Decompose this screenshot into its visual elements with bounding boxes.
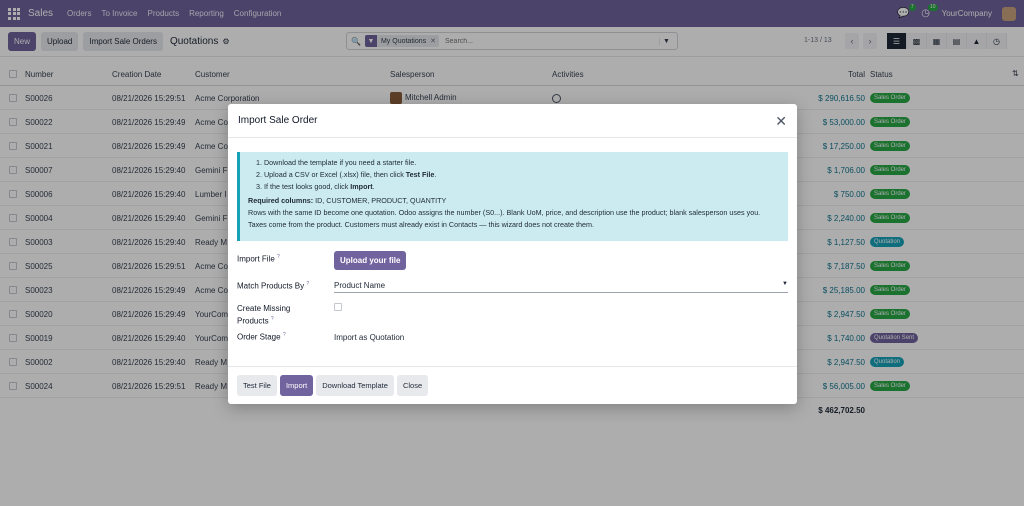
- test-file-button[interactable]: Test File: [237, 375, 277, 396]
- import-file-label-text: Import File: [237, 254, 275, 264]
- order-stage-value[interactable]: Import as Quotation: [334, 333, 404, 342]
- match-products-label: Match Products By ?: [237, 281, 309, 291]
- required-columns: Required columns: ID, CUSTOMER, PRODUCT,…: [248, 195, 780, 207]
- step-3: 3. If the test looks good, click Import.: [256, 181, 780, 193]
- import-button[interactable]: Import: [279, 375, 314, 396]
- import-note: Rows with the same ID become one quotati…: [248, 208, 761, 229]
- create-missing-label-text: Create Missing Products: [237, 304, 291, 326]
- help-mark[interactable]: ?: [277, 254, 280, 260]
- modal-title: Import Sale Order: [238, 115, 318, 126]
- order-stage-label-text: Order Stage: [237, 332, 281, 342]
- import-file-label: Import File ?: [237, 254, 280, 264]
- caret-down-icon: ▼: [782, 281, 788, 287]
- step-2-text: 2. Upload a CSV or Excel (.xlsx) file, t…: [256, 170, 406, 179]
- match-products-select[interactable]: Product Name ▼: [334, 279, 788, 293]
- step-1: 1. Download the template if you need a s…: [256, 158, 417, 167]
- step-3-end: .: [372, 182, 375, 191]
- step-2-end: .: [434, 170, 437, 179]
- close-button[interactable]: Close: [396, 375, 429, 396]
- step-3-text: 3. If the test looks good, click: [256, 182, 351, 191]
- step-2-bold: Test File: [405, 170, 435, 179]
- match-products-label-text: Match Products By: [237, 281, 305, 291]
- help-mark[interactable]: ?: [271, 316, 274, 322]
- download-template-button[interactable]: Download Template: [316, 375, 394, 396]
- import-dialog: Import Sale Order ✕ 1. Download the temp…: [228, 104, 797, 404]
- upload-file-button[interactable]: Upload your file: [334, 251, 407, 270]
- create-missing-label: Create Missing Products ?: [237, 303, 307, 327]
- match-products-value: Product Name: [334, 281, 386, 290]
- step-2: 2. Upload a CSV or Excel (.xlsx) file, t…: [256, 169, 780, 181]
- required-label: Required columns:: [248, 196, 314, 205]
- instructions-alert: 1. Download the template if you need a s…: [237, 152, 788, 241]
- instruction-steps: 1. Download the template if you need a s…: [248, 157, 780, 193]
- help-mark[interactable]: ?: [283, 332, 286, 338]
- modal-header: Import Sale Order ✕: [228, 104, 797, 138]
- modal-footer: Test File Import Download Template Close: [228, 366, 797, 404]
- close-icon[interactable]: ✕: [775, 114, 787, 128]
- order-stage-label: Order Stage ?: [237, 332, 286, 342]
- required-value: ID, CUSTOMER, PRODUCT, QUANTITY: [313, 196, 447, 205]
- help-mark[interactable]: ?: [306, 281, 309, 287]
- step-3-bold: Import: [350, 182, 373, 191]
- create-missing-checkbox[interactable]: [334, 303, 342, 311]
